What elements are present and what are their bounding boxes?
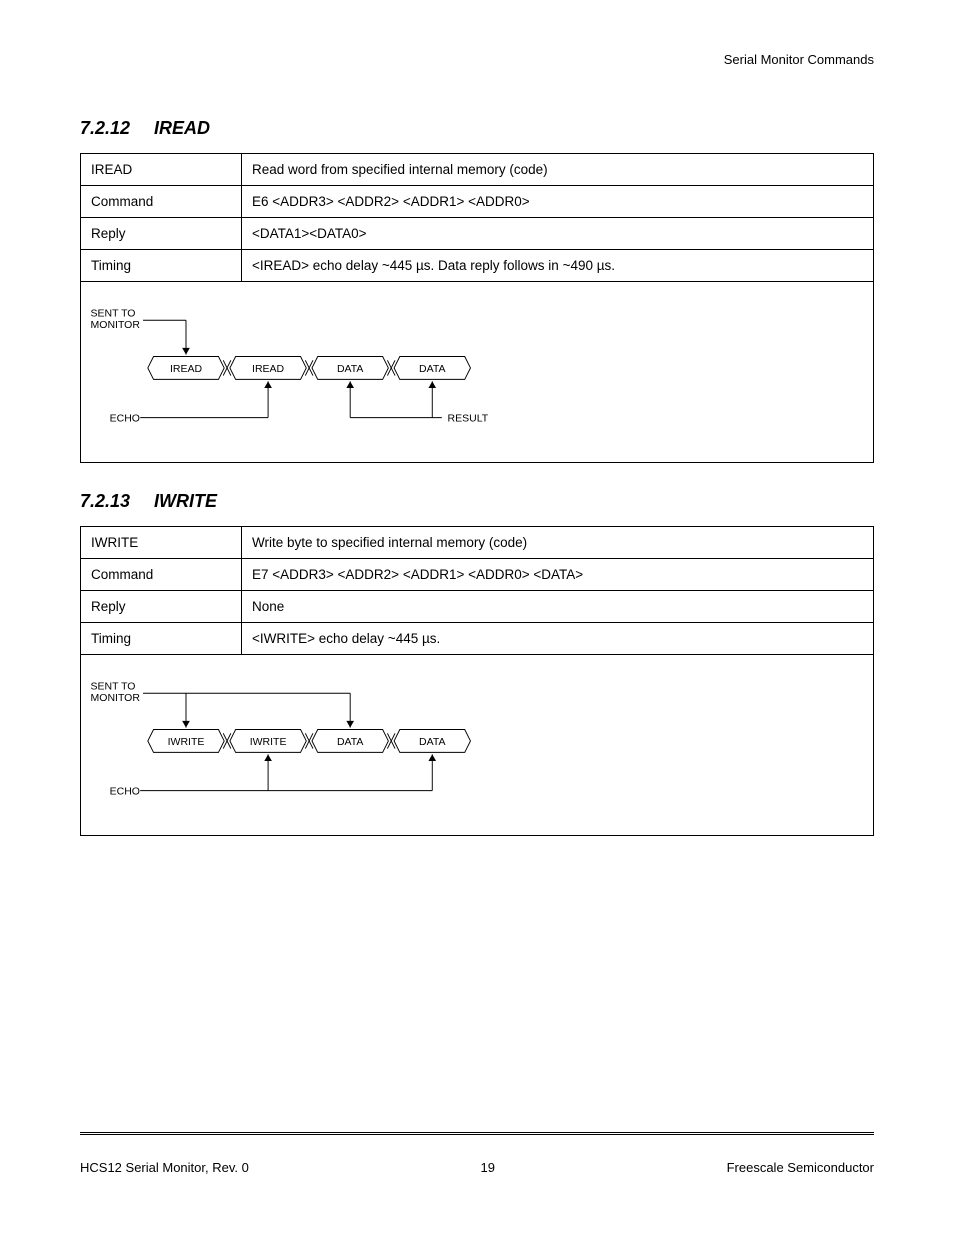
svg-text:DATA: DATA (337, 736, 363, 748)
table-row: IREAD IREAD DATA DATA SENT TOMONITOR ECHO RESU… (81, 282, 874, 463)
row-key: Reply (81, 218, 242, 250)
table-row: CommandE6 <ADDR3> <ADDR2> <ADDR1> <ADDR0… (81, 186, 874, 218)
section-title: 7.2.12 IREAD (80, 118, 874, 139)
row-value: <IREAD> echo delay ~445 µs. Data reply f… (242, 250, 874, 282)
svg-text:DATA: DATA (419, 736, 445, 748)
row-key: IWRITE (81, 527, 242, 559)
table-row: Timing<IREAD> echo delay ~445 µs. Data r… (81, 250, 874, 282)
footer-right: Freescale Semiconductor (727, 1160, 874, 1175)
table-row: Timing<IWRITE> echo delay ~445 µs. (81, 623, 874, 655)
running-head: Serial Monitor Commands (724, 52, 874, 67)
svg-text:IREAD: IREAD (252, 363, 285, 375)
command-table: IREADRead word from specified internal m… (80, 153, 874, 463)
timing-diagram: IREAD IREAD DATA DATA SENT TOMONITOR ECHO RESU… (81, 282, 874, 463)
svg-text:DATA: DATA (337, 363, 363, 375)
table-row: Reply<DATA1><DATA0> (81, 218, 874, 250)
row-key: Timing (81, 623, 242, 655)
section-name: IREAD (154, 118, 210, 138)
row-value: Write byte to specified internal memory … (242, 527, 874, 559)
table-row: IWRITEWrite byte to specified internal m… (81, 527, 874, 559)
svg-text:SENT TOMONITOR: SENT TOMONITOR (91, 307, 141, 330)
row-value: E6 <ADDR3> <ADDR2> <ADDR1> <ADDR0> (242, 186, 874, 218)
svg-text:IWRITE: IWRITE (250, 736, 287, 748)
svg-text:IWRITE: IWRITE (168, 736, 205, 748)
svg-text:RESULT: RESULT (448, 412, 489, 424)
row-value: E7 <ADDR3> <ADDR2> <ADDR1> <ADDR0> <DATA… (242, 559, 874, 591)
section-title: 7.2.13 IWRITE (80, 491, 874, 512)
table-row: IREADRead word from specified internal m… (81, 154, 874, 186)
row-value: None (242, 591, 874, 623)
timing-diagram: IWRITE IWRITE DATA DATA SENT TOMONITOR ECHO (81, 655, 874, 836)
footer-page: 19 (480, 1160, 494, 1175)
svg-text:ECHO: ECHO (110, 412, 140, 424)
command-table: IWRITEWrite byte to specified internal m… (80, 526, 874, 836)
section-number: 7.2.12 (80, 118, 130, 138)
row-key: Reply (81, 591, 242, 623)
row-value: Read word from specified internal memory… (242, 154, 874, 186)
row-value: <IWRITE> echo delay ~445 µs. (242, 623, 874, 655)
row-value: <DATA1><DATA0> (242, 218, 874, 250)
footer: HCS12 Serial Monitor, Rev. 0 19 Freescal… (80, 1160, 874, 1175)
svg-text:IREAD: IREAD (170, 363, 203, 375)
svg-text:SENT TOMONITOR: SENT TOMONITOR (91, 680, 141, 703)
table-row: CommandE7 <ADDR3> <ADDR2> <ADDR1> <ADDR0… (81, 559, 874, 591)
footer-left: HCS12 Serial Monitor, Rev. 0 (80, 1160, 249, 1175)
svg-text:DATA: DATA (419, 363, 445, 375)
row-key: Command (81, 186, 242, 218)
row-key: IREAD (81, 154, 242, 186)
row-key: Command (81, 559, 242, 591)
footer-rule (80, 1132, 874, 1135)
svg-text:ECHO: ECHO (110, 785, 140, 797)
section-number: 7.2.13 (80, 491, 130, 511)
page: Serial Monitor Commands 7.2.12IREADIREAD… (0, 0, 954, 1235)
section-name: IWRITE (154, 491, 217, 511)
row-key: Timing (81, 250, 242, 282)
table-row: ReplyNone (81, 591, 874, 623)
table-row: IWRITE IWRITE DATA DATA SENT TOMONITOR ECHO (81, 655, 874, 836)
